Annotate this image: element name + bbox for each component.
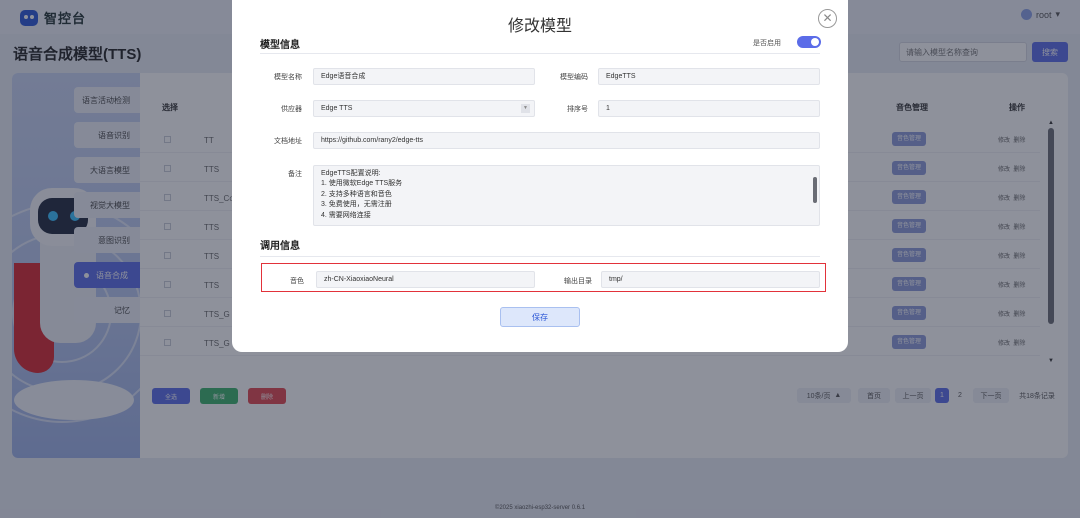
- enable-toggle[interactable]: [797, 36, 821, 48]
- call-info-title: 调用信息: [260, 241, 300, 252]
- divider: [260, 256, 820, 257]
- save-button[interactable]: 保存: [500, 307, 580, 327]
- remark-line: 2. 支持多种语言和音色: [321, 190, 392, 198]
- remark-line: 4. 需要网络连接: [321, 211, 371, 219]
- enable-label: 是否启用: [753, 40, 781, 47]
- model-name-label: 模型名称: [274, 74, 302, 81]
- close-icon[interactable]: ✕: [818, 9, 837, 28]
- scroll-thumb[interactable]: [813, 177, 817, 203]
- output-dir-field[interactable]: tmp/: [601, 271, 820, 288]
- doc-url-label: 文档地址: [274, 138, 302, 145]
- remark-label: 备注: [288, 171, 302, 178]
- textarea-scrollbar[interactable]: [813, 169, 817, 222]
- remark-line: EdgeTTS配置说明:: [321, 170, 381, 177]
- provider-select[interactable]: Edge TTS ▼: [313, 100, 535, 117]
- sort-field[interactable]: 1: [598, 100, 820, 117]
- remark-line: 1. 使用微软Edge TTS服务: [321, 180, 403, 188]
- output-dir-label: 输出目录: [564, 278, 592, 285]
- model-info-title: 模型信息: [260, 40, 300, 51]
- voice-field[interactable]: zh-CN-XiaoxiaoNeural: [316, 271, 535, 288]
- provider-value: Edge TTS: [321, 105, 353, 112]
- sort-label: 排序号: [567, 106, 588, 113]
- edit-model-dialog: 修改模型 ✕ 模型信息 是否启用 模型名称 Edge语音合成 模型编码 Edge…: [232, 0, 848, 352]
- doc-url-field[interactable]: https://github.com/rany2/edge-tts: [313, 132, 820, 149]
- model-code-field[interactable]: EdgeTTS: [598, 68, 820, 85]
- model-name-field[interactable]: Edge语音合成: [313, 68, 535, 85]
- provider-label: 供应器: [281, 106, 302, 113]
- voice-label: 音色: [290, 278, 304, 285]
- divider: [260, 53, 820, 54]
- remark-textarea[interactable]: EdgeTTS配置说明: 1. 使用微软Edge TTS服务 2. 支持多种语言…: [313, 165, 820, 226]
- remark-line: 3. 免费使用，无需注册: [321, 201, 392, 209]
- model-code-label: 模型编码: [560, 74, 588, 81]
- dialog-title: 修改模型: [507, 18, 572, 35]
